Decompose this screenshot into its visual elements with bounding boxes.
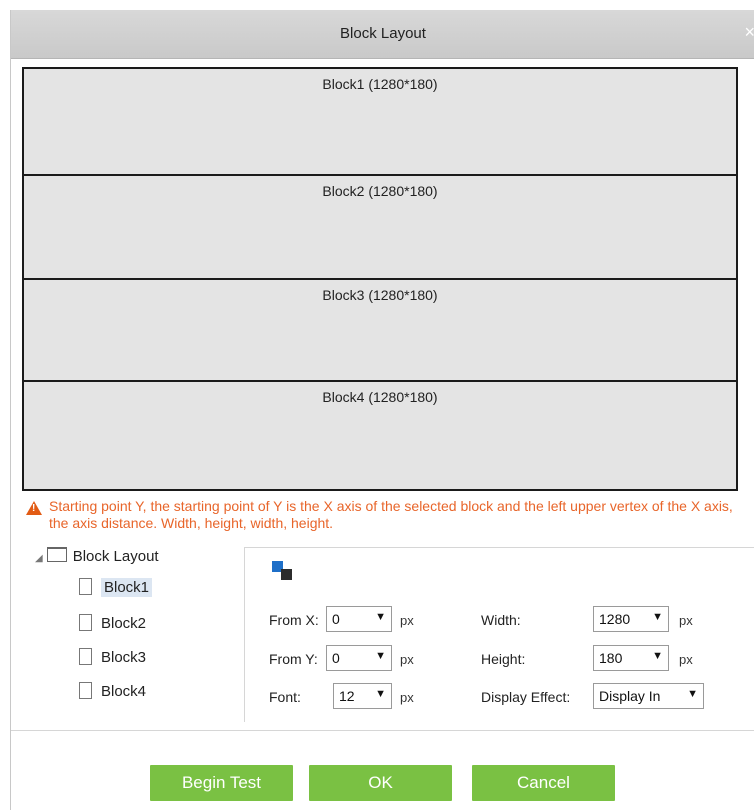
preview-block-label: Block3 (1280*180) [322,287,438,303]
from-x-unit: px [400,613,414,628]
display-effect-label: Display Effect: [481,689,571,705]
font-label: Font: [269,689,301,705]
tree-item-label: Block3 [101,649,147,666]
width-select[interactable]: 1280 ▼ [593,606,669,632]
height-unit: px [679,652,693,667]
tree-item-label: Block4 [101,683,147,700]
preview-block-label: Block1 (1280*180) [322,76,438,92]
tree-root[interactable]: ◢ Block Layout [35,547,159,565]
title-bar: Block Layout × [11,10,754,59]
layout-settings-icon[interactable] [270,558,294,582]
preview-block-4[interactable]: Block4 (1280*180) [24,382,736,489]
document-icon [79,578,92,595]
from-x-select[interactable]: 0 ▼ [326,606,392,632]
from-y-unit: px [400,652,414,667]
document-icon [79,682,92,699]
dropdown-arrow-icon: ▼ [652,611,663,623]
dropdown-arrow-icon: ▼ [687,688,698,700]
cancel-button[interactable]: Cancel [472,765,615,801]
from-x-value: 0 [332,611,340,627]
height-value: 180 [599,650,623,666]
height-select[interactable]: 180 ▼ [593,645,669,671]
tree-item-block2[interactable]: Block2 [79,614,146,632]
close-icon[interactable]: × [744,22,754,43]
dropdown-arrow-icon: ▼ [375,650,386,662]
tree-item-block3[interactable]: Block3 [79,648,146,666]
font-select[interactable]: 12 ▼ [333,683,392,709]
from-y-label: From Y: [269,651,318,667]
tree-item-label: Block1 [101,578,153,597]
font-unit: px [400,690,414,705]
tree-root-label: Block Layout [72,548,159,565]
dropdown-arrow-icon: ▼ [375,611,386,623]
footer-divider [11,730,754,731]
from-y-value: 0 [332,650,340,666]
block-layout-dialog: Block Layout × Block1 (1280*180) Block2 … [10,10,754,810]
preview-block-3[interactable]: Block3 (1280*180) [24,280,736,382]
width-value: 1280 [599,611,631,627]
preview-block-label: Block4 (1280*180) [322,389,438,405]
font-value: 12 [339,688,355,704]
dropdown-arrow-icon: ▼ [652,650,663,662]
tree-item-block4[interactable]: Block4 [79,682,146,700]
preview-block-2[interactable]: Block2 (1280*180) [24,176,736,280]
from-x-label: From X: [269,612,319,628]
height-label: Height: [481,651,526,667]
warning-icon [26,501,42,515]
document-icon [79,648,92,665]
preview-block-1[interactable]: Block1 (1280*180) [24,69,736,176]
display-effect-select[interactable]: Display In ▼ [593,683,704,709]
display-effect-value: Display In [599,688,661,704]
block-layout-preview: Block1 (1280*180) Block2 (1280*180) Bloc… [22,67,738,491]
tree-item-block1[interactable]: Block1 [79,578,153,597]
width-unit: px [679,613,693,628]
begin-test-button[interactable]: Begin Test [150,765,293,801]
block-properties-panel: From X: 0 ▼ px From Y: 0 ▼ px Font: 12 ▼ px… [244,547,754,722]
document-icon [79,614,92,631]
preview-block-label: Block2 (1280*180) [322,183,438,199]
from-y-select[interactable]: 0 ▼ [326,645,392,671]
ok-button[interactable]: OK [309,765,452,801]
dialog-title: Block Layout [340,25,426,42]
dropdown-arrow-icon: ▼ [375,688,386,700]
folder-icon [46,547,67,562]
expand-triangle-icon[interactable]: ◢ [35,553,43,564]
warning-text: Starting point Y, the starting point of … [49,498,733,531]
width-label: Width: [481,612,521,628]
tree-item-label: Block2 [101,615,147,632]
